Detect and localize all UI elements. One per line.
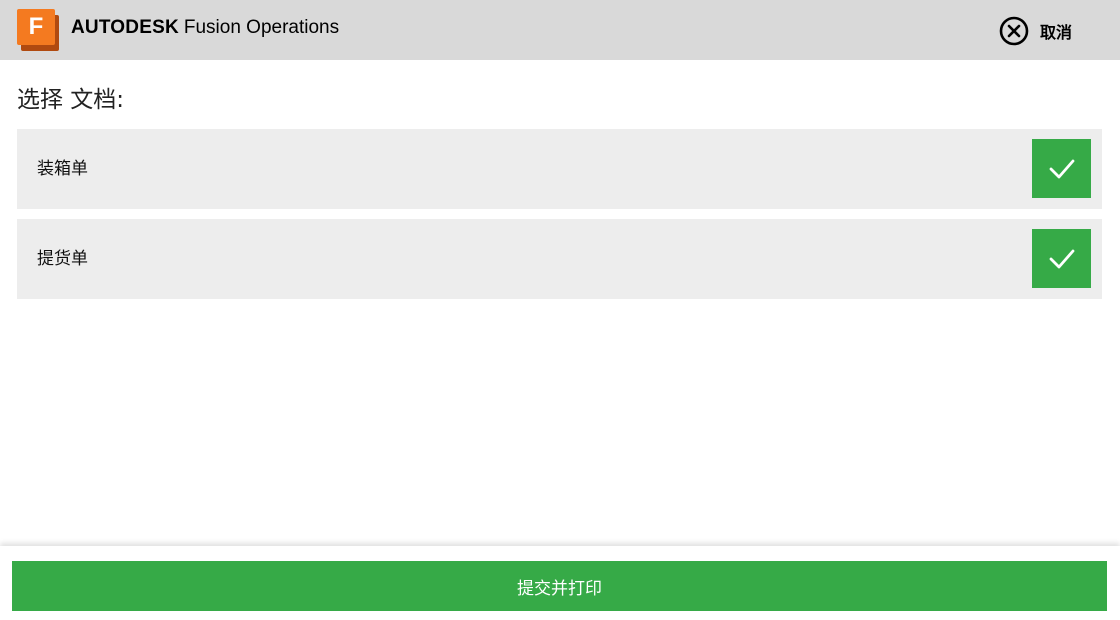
logo-letter: F [28,13,44,40]
footer-bar: 提交并打印 [0,546,1120,620]
submit-and-print-button[interactable]: 提交并打印 [12,561,1107,611]
checkmark-icon [1049,159,1074,178]
document-label: 提货单 [37,249,88,269]
checkmark-icon [1049,249,1074,268]
document-row-packing-list[interactable]: 装箱单 [17,129,1102,209]
brand-autodesk: AUTODESK [71,17,179,38]
document-row-bill-of-lading[interactable]: 提货单 [17,219,1102,299]
close-circle-icon [999,16,1029,46]
app-header: F AUTODESK Fusion Operations 取消 [0,0,1120,60]
page-title: 选择 文档: [17,87,125,113]
document-label: 装箱单 [37,159,88,179]
app-brand-title: AUTODESK Fusion Operations [71,15,339,41]
brand-product: Fusion Operations [183,17,340,38]
autodesk-fusion-logo-icon: F [17,9,61,51]
document-checkbox[interactable] [1032,229,1091,288]
cancel-button[interactable]: 取消 [998,14,1072,48]
app-root: F AUTODESK Fusion Operations 取消 选择 文档: 装箱… [0,0,1120,620]
document-checkbox[interactable] [1032,139,1091,198]
cancel-label: 取消 [1040,23,1073,42]
